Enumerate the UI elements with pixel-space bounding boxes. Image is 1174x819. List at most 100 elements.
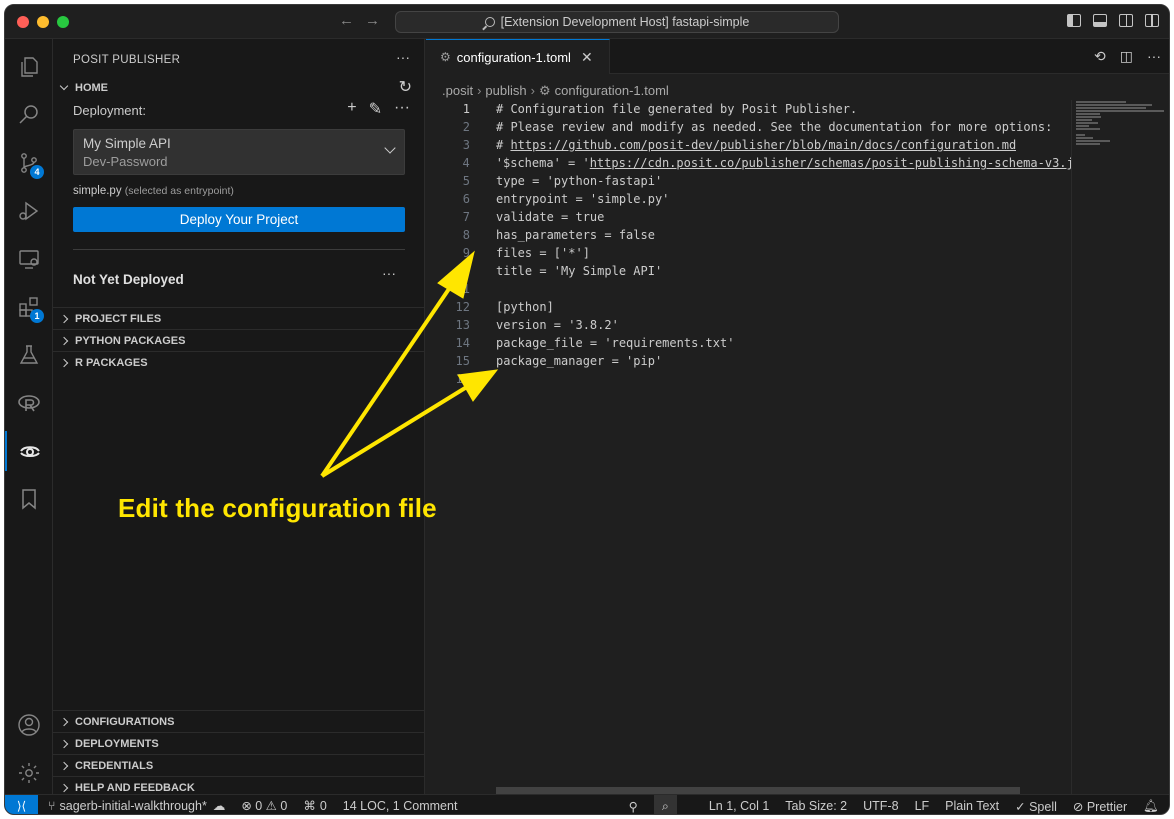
code-link[interactable]: https://cdn.posit.co/publisher/schemas/p…: [590, 156, 1071, 170]
r-icon[interactable]: [5, 383, 53, 423]
language-mode[interactable]: Plain Text: [945, 799, 999, 813]
cursor-position[interactable]: Ln 1, Col 1: [709, 799, 769, 813]
account-icon[interactable]: [5, 705, 53, 745]
code-line[interactable]: 12 [python]: [426, 298, 1071, 316]
search-icon[interactable]: [5, 95, 53, 135]
branch-name[interactable]: sagerb-initial-walkthrough*: [60, 799, 207, 813]
run-debug-icon[interactable]: [5, 191, 53, 231]
toggle-secondary-sidebar-icon[interactable]: [1119, 14, 1133, 27]
code-line[interactable]: 6 entrypoint = 'simple.py': [426, 190, 1071, 208]
tab-size[interactable]: Tab Size: 2: [785, 799, 847, 813]
more-icon[interactable]: ···: [1147, 48, 1161, 65]
zoom-window-button[interactable]: [57, 16, 69, 28]
spell-check[interactable]: ✓ Spell: [1015, 799, 1057, 814]
split-editor-icon[interactable]: ◫: [1120, 48, 1133, 65]
line-number: 9: [462, 246, 470, 260]
code-text: '$schema' = 'https://cdn.posit.co/publis…: [470, 156, 1071, 170]
spell-icon: ✓: [1015, 799, 1030, 814]
ports-icon[interactable]: ⌘: [303, 798, 316, 813]
more-actions-icon[interactable]: ···: [396, 49, 410, 65]
chevron-right-icon: [59, 336, 69, 345]
code-line[interactable]: 11: [426, 280, 1071, 298]
code-line[interactable]: 1 # Configuration file generated by Posit…: [426, 100, 1071, 118]
gear-icon: ⚙: [440, 50, 451, 64]
edit-pencil-icon[interactable]: ✎: [369, 99, 382, 119]
section-deployments[interactable]: DEPLOYMENTS: [53, 732, 425, 754]
code-line[interactable]: 16: [426, 370, 1071, 388]
command-center[interactable]: [Extension Development Host] fastapi-sim…: [395, 11, 839, 33]
extensions-icon[interactable]: 1: [5, 287, 53, 327]
code-line[interactable]: 15 package_manager = 'pip': [426, 352, 1071, 370]
code-line[interactable]: 14 package_file = 'requirements.txt': [426, 334, 1071, 352]
line-number: 13: [455, 318, 470, 332]
minimize-window-button[interactable]: [37, 16, 49, 28]
section-r-packages[interactable]: R PACKAGES: [53, 351, 425, 373]
code-line[interactable]: 10 title = 'My Simple API': [426, 262, 1071, 280]
editor-area: ⚙ configuration-1.toml ✕ ⟲ ◫ ··· .posit ›…: [426, 39, 1169, 800]
arrow-left-icon[interactable]: ←: [339, 12, 354, 29]
close-icon[interactable]: ✕: [581, 49, 593, 66]
source-control-icon[interactable]: 4: [5, 143, 53, 183]
toggle-panel-icon[interactable]: [1093, 14, 1107, 27]
bookmark-icon[interactable]: [5, 479, 53, 519]
toggle-primary-sidebar-icon[interactable]: [1067, 14, 1081, 27]
breadcrumb-item[interactable]: publish: [485, 83, 526, 98]
section-project-files[interactable]: PROJECT FILES: [53, 307, 425, 329]
remote-explorer-icon[interactable]: [5, 239, 53, 279]
code-text: title = 'My Simple API': [496, 264, 663, 278]
history-icon[interactable]: ⟲: [1094, 48, 1106, 65]
deployment-select[interactable]: My Simple API Dev-Password: [73, 129, 405, 175]
location-pin-icon[interactable]: ⚲: [629, 799, 638, 814]
line-number: 16: [455, 372, 470, 386]
deploy-project-button[interactable]: Deploy Your Project: [73, 207, 405, 232]
line-ending[interactable]: LF: [915, 799, 930, 813]
posit-publisher-icon[interactable]: [5, 431, 53, 471]
minimap-line: [1076, 101, 1126, 103]
problems-count[interactable]: ⊗ 0 ⚠ 0: [241, 798, 287, 813]
minimap[interactable]: [1071, 100, 1169, 800]
more-icon[interactable]: ···: [394, 99, 410, 119]
code-line[interactable]: 3 # https://github.com/posit-dev/publishe…: [426, 136, 1071, 154]
code-line[interactable]: 9 files = ['*']: [426, 244, 1071, 262]
code-editor[interactable]: 1 # Configuration file generated by Posit…: [426, 100, 1071, 388]
testing-icon[interactable]: [5, 335, 53, 375]
line-number: 1: [462, 102, 470, 116]
status-more-icon[interactable]: ···: [382, 265, 396, 281]
settings-gear-icon[interactable]: [5, 753, 53, 793]
breadcrumb-item[interactable]: configuration-1.toml: [555, 83, 669, 98]
section-credentials[interactable]: CREDENTIALS: [53, 754, 425, 776]
arrow-right-icon[interactable]: →: [365, 12, 380, 29]
code-line[interactable]: 7 validate = true: [426, 208, 1071, 226]
code-line[interactable]: 5 type = 'python-fastapi': [426, 172, 1071, 190]
section-configurations[interactable]: CONFIGURATIONS: [53, 710, 425, 732]
add-icon[interactable]: +: [347, 99, 356, 119]
prettier[interactable]: ⊘ Prettier: [1073, 799, 1127, 814]
git-branch-icon: ⑂: [48, 798, 56, 813]
minimap-line: [1076, 104, 1152, 106]
remote-indicator-icon[interactable]: ⟩⟨: [5, 794, 38, 814]
tab-configuration-toml[interactable]: ⚙ configuration-1.toml ✕: [426, 39, 610, 74]
section-python-packages[interactable]: PYTHON PACKAGES: [53, 329, 425, 351]
customize-layout-icon[interactable]: [1145, 14, 1159, 27]
refresh-icon[interactable]: ↻: [399, 77, 412, 97]
code-link[interactable]: https://github.com/posit-dev/publisher/b…: [510, 138, 1016, 152]
code-line[interactable]: 8 has_parameters = false: [426, 226, 1071, 244]
code-line[interactable]: 13 version = '3.8.2': [426, 316, 1071, 334]
code-line[interactable]: 2 # Please review and modify as needed. S…: [426, 118, 1071, 136]
line-number: 11: [455, 282, 470, 296]
code-line[interactable]: 4 '$schema' = 'https://cdn.posit.co/publi…: [426, 154, 1071, 172]
code-text: files = ['*']: [496, 246, 590, 260]
ports-count[interactable]: 0: [320, 799, 327, 813]
cloud-sync-icon[interactable]: ☁: [213, 798, 226, 813]
encoding[interactable]: UTF-8: [863, 799, 898, 813]
notifications-bell-icon[interactable]: 🔔︎: [1143, 799, 1159, 814]
code-text: # https://github.com/posit-dev/publisher…: [496, 138, 1017, 152]
close-window-button[interactable]: [17, 16, 29, 28]
home-section-header[interactable]: HOME: [59, 81, 108, 94]
breadcrumb-item[interactable]: .posit: [442, 83, 473, 98]
explorer-icon[interactable]: [5, 47, 53, 87]
prettier-icon: ⊘: [1072, 799, 1087, 814]
entrypoint-file[interactable]: simple.py: [73, 185, 122, 197]
code-text: # Configuration file generated by Posit …: [496, 102, 858, 116]
zoom-icon[interactable]: ⌕: [653, 795, 677, 814]
